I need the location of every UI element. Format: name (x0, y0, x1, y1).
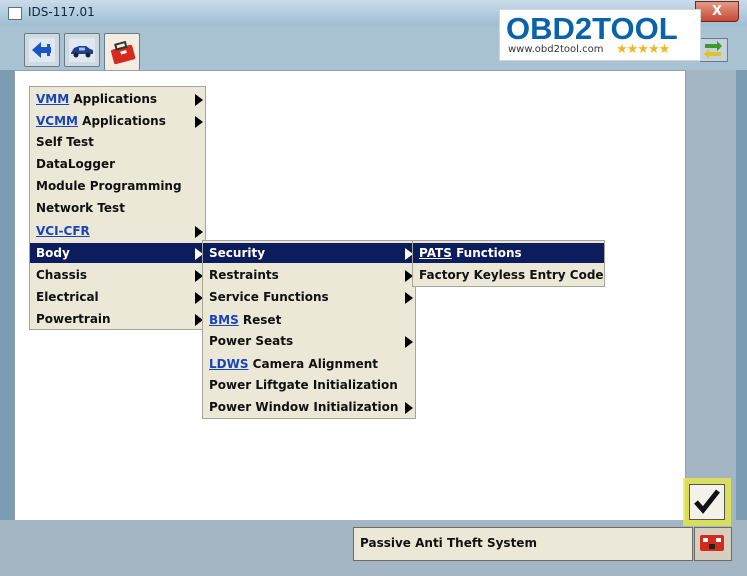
menu-item-pats-functions[interactable]: PATS Functions (413, 243, 604, 263)
close-button[interactable]: X (695, 1, 739, 22)
vehicle-bus-icon (700, 535, 724, 551)
main-menu: VMM Applications VCMM Applications Self … (29, 86, 206, 330)
menu-item-power-liftgate-initialization[interactable]: Power Liftgate Initialization (203, 375, 415, 395)
menu-item-body[interactable]: Body (30, 243, 205, 263)
security-submenu: PATS Functions Factory Keyless Entry Cod… (412, 240, 605, 287)
checkmark-icon (694, 489, 720, 514)
swap-arrows-icon (704, 41, 722, 59)
car-icon (69, 38, 95, 62)
rating-stars-icon: ★★★★★ (616, 42, 670, 57)
submenu-arrow-icon (195, 226, 203, 238)
menu-item-electrical[interactable]: Electrical (30, 287, 205, 307)
submenu-arrow-icon (195, 116, 203, 128)
toolbox-tab[interactable] (104, 33, 140, 70)
toolbox-icon (111, 40, 136, 65)
status-bar: Passive Anti Theft System (353, 527, 693, 561)
body-submenu: Security Restraints Service Functions BM… (202, 240, 416, 419)
menu-item-bms-reset[interactable]: BMS Reset (203, 310, 415, 330)
menu-item-security[interactable]: Security (203, 243, 415, 263)
connector-icon (29, 38, 55, 62)
app-icon (8, 7, 22, 20)
submenu-arrow-icon (405, 402, 413, 414)
window-title: IDS-117.01 (28, 5, 95, 19)
submenu-arrow-icon (405, 292, 413, 304)
submenu-arrow-icon (405, 336, 413, 348)
menu-item-ldws-camera-alignment[interactable]: LDWS Camera Alignment (203, 354, 415, 374)
menu-item-service-functions[interactable]: Service Functions (203, 287, 415, 307)
menu-item-factory-keyless-entry-code[interactable]: Factory Keyless Entry Code (413, 265, 604, 285)
menu-item-network-test[interactable]: Network Test (30, 198, 205, 218)
status-text: Passive Anti Theft System (360, 536, 537, 550)
menu-item-power-window-initialization[interactable]: Power Window Initialization (203, 397, 415, 417)
menu-item-vci-cfr[interactable]: VCI-CFR (30, 221, 205, 241)
menu-item-datalogger[interactable]: DataLogger (30, 154, 205, 174)
logo-url: www.obd2tool.com (508, 44, 604, 55)
menu-item-chassis[interactable]: Chassis (30, 265, 205, 285)
menu-item-power-seats[interactable]: Power Seats (203, 331, 415, 351)
status-action-button[interactable] (694, 527, 732, 561)
menu-item-self-test[interactable]: Self Test (30, 132, 205, 152)
obd2tool-logo: OBD2TOOL www.obd2tool.com ★★★★★ (499, 9, 701, 61)
vehicle-tab[interactable] (64, 33, 100, 67)
menu-item-vcmm-applications[interactable]: VCMM Applications (30, 111, 205, 131)
connect-tab[interactable] (24, 33, 60, 67)
menu-item-powertrain[interactable]: Powertrain (30, 309, 205, 329)
menu-item-vmm-applications[interactable]: VMM Applications (30, 89, 205, 109)
menu-item-module-programming[interactable]: Module Programming (30, 176, 205, 196)
confirm-button[interactable] (689, 484, 725, 520)
forward-back-button[interactable] (700, 38, 728, 62)
submenu-arrow-icon (195, 94, 203, 106)
menu-item-restraints[interactable]: Restraints (203, 265, 415, 285)
right-panel (686, 70, 736, 520)
